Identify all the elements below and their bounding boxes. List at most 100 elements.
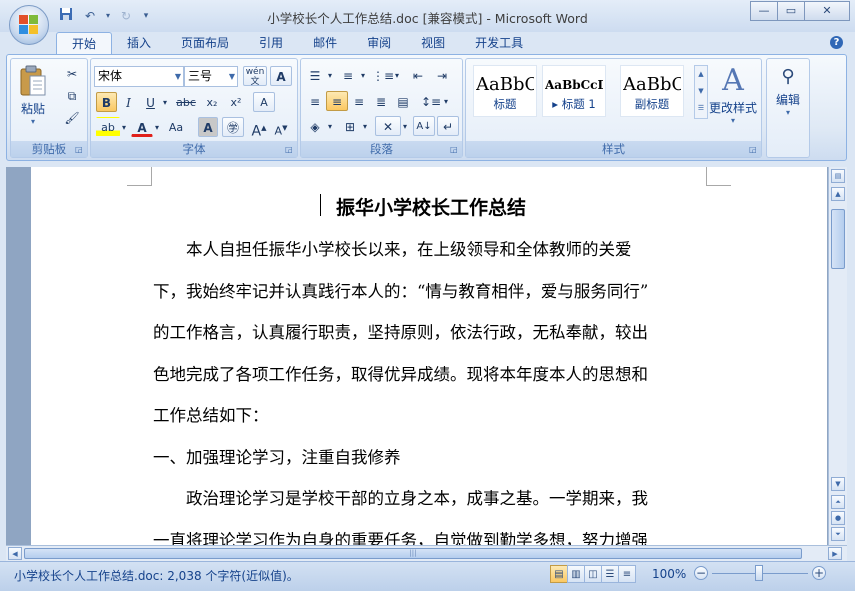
document-page[interactable]: 振华小学校长工作总结 本人自担任振华小学校长以来，在上级领导和全体教师的关爱 下… xyxy=(31,167,827,545)
editing-button[interactable]: ⚲ 编辑 ▾ xyxy=(769,63,807,133)
style-item-title[interactable]: AaBbC 标题 xyxy=(473,65,537,117)
highlight-button[interactable]: ab xyxy=(96,117,120,137)
browse-object-icon[interactable]: ● xyxy=(831,511,845,525)
font-name-combo[interactable]: 宋体 ▼ xyxy=(94,66,184,87)
grow-font-button[interactable]: A▲ xyxy=(248,117,270,140)
paragraph-launcher-icon[interactable]: ◲ xyxy=(450,145,459,154)
scroll-right-icon[interactable]: ▶ xyxy=(828,547,842,560)
numbering-dropdown-icon[interactable]: ▾ xyxy=(359,65,367,85)
scroll-down-icon[interactable]: ▼ xyxy=(831,477,845,491)
underline-dropdown-icon[interactable]: ▾ xyxy=(161,92,169,112)
increase-indent-icon[interactable]: ⇥ xyxy=(431,65,453,85)
maximize-button[interactable]: ▭ xyxy=(777,1,805,21)
clear-formatting-button[interactable]: A xyxy=(253,92,275,112)
bullets-icon[interactable]: ☰ xyxy=(304,65,326,85)
align-left-icon[interactable]: ≡ xyxy=(304,91,326,111)
multilevel-dropdown-icon[interactable]: ▾ xyxy=(393,65,401,85)
shading-dropdown-icon[interactable]: ▾ xyxy=(326,116,334,136)
zoom-out-icon[interactable]: − xyxy=(694,566,708,580)
strikethrough-button[interactable]: abc xyxy=(173,92,199,112)
tab-mailings[interactable]: 邮件 xyxy=(298,32,352,54)
help-icon[interactable]: ? xyxy=(830,36,843,49)
change-styles-button[interactable]: A 更改样式 ▾ xyxy=(707,63,759,139)
tab-page-layout[interactable]: 页面布局 xyxy=(166,32,244,54)
phonetic-guide-label: wén xyxy=(245,67,265,77)
shading-icon[interactable]: ◈ xyxy=(304,116,326,136)
line-spacing-icon[interactable]: ↕≡ xyxy=(420,91,442,111)
full-screen-reading-view-icon[interactable]: ▥ xyxy=(567,565,585,583)
superscript-button[interactable]: x² xyxy=(225,92,247,112)
show-marks-icon[interactable]: ↵ xyxy=(437,116,459,136)
copy-icon[interactable]: ⧉ xyxy=(61,85,83,105)
close-button[interactable]: ✕ xyxy=(804,1,850,21)
font-color-button[interactable]: A xyxy=(131,117,153,137)
change-styles-label: 更改样式 xyxy=(708,101,757,115)
font-color-dropdown-icon[interactable]: ▾ xyxy=(153,117,161,137)
borders-icon[interactable]: ⊞ xyxy=(339,116,361,136)
previous-page-icon[interactable]: ⏶ xyxy=(831,495,845,509)
bold-button[interactable]: B xyxy=(96,92,117,112)
document-line: 政治理论学习是学校干部的立身之本，成事之基。一学期来，我 xyxy=(153,489,648,508)
align-right-icon[interactable]: ≡ xyxy=(348,91,370,111)
office-button[interactable] xyxy=(9,5,49,45)
outline-view-icon[interactable]: ☰ xyxy=(601,565,619,583)
justify-icon[interactable]: ≣ xyxy=(370,91,392,111)
shrink-font-button[interactable]: A▼ xyxy=(270,117,292,138)
zoom-in-icon[interactable]: + xyxy=(812,566,826,580)
borders-dropdown-icon[interactable]: ▾ xyxy=(361,116,369,136)
underline-button[interactable]: U xyxy=(140,92,161,112)
tab-view[interactable]: 视图 xyxy=(406,32,460,54)
print-layout-view-icon[interactable]: ▤ xyxy=(550,565,568,583)
web-layout-view-icon[interactable]: ◫ xyxy=(584,565,602,583)
paragraph-group-label: 段落 xyxy=(301,141,462,157)
character-shading-button[interactable]: A xyxy=(198,117,218,137)
italic-button[interactable]: I xyxy=(118,92,139,112)
tab-references[interactable]: 引用 xyxy=(244,32,298,54)
vertical-scrollbar[interactable]: ▤ ▲ ▼ ⏶ ● ⏷ xyxy=(828,167,847,545)
tab-insert[interactable]: 插入 xyxy=(112,32,166,54)
draft-view-icon[interactable]: ≡ xyxy=(618,565,636,583)
document-body[interactable]: 振华小学校长工作总结 本人自担任振华小学校长以来，在上级领导和全体教师的关爱 下… xyxy=(153,189,709,545)
tab-home[interactable]: 开始 xyxy=(56,32,113,56)
character-border-button[interactable]: A xyxy=(270,66,292,86)
change-case-button[interactable]: Aa xyxy=(164,117,188,137)
style-name: 标题 xyxy=(493,97,517,111)
sort-icon[interactable]: A↓ xyxy=(413,116,435,136)
align-center-icon[interactable]: ≡ xyxy=(326,91,348,111)
multilevel-list-icon[interactable]: ⋮≡ xyxy=(371,65,394,85)
tab-review[interactable]: 审阅 xyxy=(352,32,406,54)
chinese-layout-icon[interactable]: ✕ xyxy=(375,116,401,136)
cut-icon[interactable]: ✂ xyxy=(61,63,83,83)
paste-button[interactable]: 粘贴 ▾ xyxy=(15,63,51,137)
scroll-up-icon[interactable]: ▲ xyxy=(831,187,845,201)
enclose-characters-button[interactable]: ㊫ xyxy=(222,117,244,137)
word-count-status[interactable]: 小学校长个人工作总结.doc: 2,038 个字符(近似值)。 xyxy=(14,567,299,584)
format-painter-icon[interactable]: 🖌 xyxy=(61,107,83,127)
zoom-level[interactable]: 100% xyxy=(652,567,686,581)
subscript-button[interactable]: x₂ xyxy=(201,92,223,112)
font-launcher-icon[interactable]: ◲ xyxy=(285,145,294,154)
styles-gallery-scroll[interactable]: ▲ ▼ ☰ xyxy=(694,65,708,119)
next-page-icon[interactable]: ⏷ xyxy=(831,527,845,541)
bullets-dropdown-icon[interactable]: ▾ xyxy=(326,65,334,85)
decrease-indent-icon[interactable]: ⇤ xyxy=(407,65,429,85)
phonetic-guide-button[interactable]: wén 文 xyxy=(243,66,267,87)
ruler-toggle-icon[interactable]: ▤ xyxy=(831,169,845,183)
vertical-scroll-thumb[interactable] xyxy=(831,209,845,269)
styles-launcher-icon[interactable]: ◲ xyxy=(749,145,758,154)
zoom-slider-thumb[interactable] xyxy=(755,565,763,581)
clipboard-launcher-icon[interactable]: ◲ xyxy=(75,145,84,154)
highlight-dropdown-icon[interactable]: ▾ xyxy=(120,117,128,137)
style-item-heading1[interactable]: AaBbCcDd ▸ 标题 1 xyxy=(542,65,606,117)
scroll-left-icon[interactable]: ◀ xyxy=(8,547,22,560)
chinese-layout-dropdown-icon[interactable]: ▾ xyxy=(401,116,409,136)
horizontal-scroll-thumb[interactable]: ||| xyxy=(24,548,802,559)
tab-developer[interactable]: 开发工具 xyxy=(460,32,538,54)
style-item-subtitle[interactable]: AaBbC 副标题 xyxy=(620,65,684,117)
distributed-icon[interactable]: ▤ xyxy=(392,91,414,111)
line-spacing-dropdown-icon[interactable]: ▾ xyxy=(442,91,450,111)
minimize-button[interactable]: — xyxy=(750,1,778,21)
horizontal-scrollbar[interactable]: ◀ ||| ▶ xyxy=(6,545,847,561)
numbering-icon[interactable]: ≡ xyxy=(337,65,359,85)
font-size-combo[interactable]: 三号 ▼ xyxy=(184,66,238,87)
